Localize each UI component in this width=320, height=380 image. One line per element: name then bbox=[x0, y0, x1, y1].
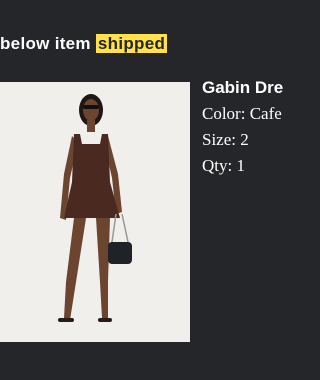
product-details: Gabin Dre Color: Cafe Size: 2 Qty: 1 bbox=[202, 77, 285, 183]
shipped-highlight: shipped bbox=[95, 34, 168, 53]
product-name[interactable]: Gabin Dre bbox=[202, 77, 285, 99]
headline-text: below item bbox=[0, 34, 91, 53]
email-headline: below item shipped bbox=[0, 34, 168, 54]
product-qty: Qty: 1 bbox=[202, 156, 245, 175]
product-size: Size: 2 bbox=[202, 130, 249, 149]
product-photo[interactable] bbox=[0, 82, 190, 342]
model-in-dress-illustration bbox=[0, 82, 190, 342]
product-color: Color: Cafe bbox=[202, 104, 282, 123]
